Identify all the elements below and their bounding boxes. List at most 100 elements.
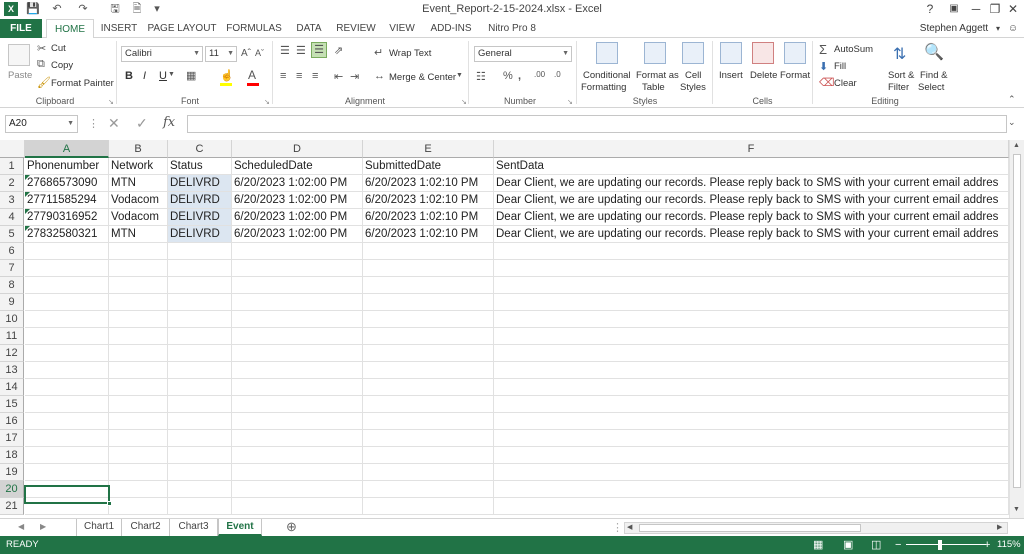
comma-style-icon[interactable]: , (518, 70, 521, 82)
cell-f10[interactable] (494, 311, 1009, 328)
column-header-e[interactable]: E (363, 140, 494, 158)
cell-styles-button-line2[interactable]: Styles (680, 82, 706, 93)
cell-a11[interactable] (25, 328, 109, 345)
cell-c2[interactable]: DELIVRD (168, 175, 232, 192)
user-name[interactable]: Stephen Aggett (916, 19, 992, 38)
row-header-17[interactable]: 17 (0, 430, 24, 447)
next-sheet-icon[interactable]: ▶ (40, 522, 46, 531)
row-header-2[interactable]: 2 (0, 175, 24, 192)
fill-button[interactable]: Fill (834, 61, 846, 72)
chevron-down-icon[interactable]: ▼ (168, 71, 175, 78)
cell-d14[interactable] (232, 379, 363, 396)
cell-a9[interactable] (25, 294, 109, 311)
increase-decimal-icon[interactable]: .00 (534, 70, 545, 79)
cell-b6[interactable] (109, 243, 168, 260)
cell-f19[interactable] (494, 464, 1009, 481)
row-header-8[interactable]: 8 (0, 277, 24, 294)
cell-c16[interactable] (168, 413, 232, 430)
cell-e15[interactable] (363, 396, 494, 413)
cell-d8[interactable] (232, 277, 363, 294)
conditional-formatting-button[interactable]: Conditional (583, 70, 631, 81)
cell-a1[interactable]: Phonenumber (25, 158, 109, 175)
sheet-tab-chart2[interactable]: Chart2 (122, 519, 170, 536)
cell-e10[interactable] (363, 311, 494, 328)
shrink-font-icon[interactable]: Aˇ (255, 48, 264, 58)
format-as-table-button[interactable]: Format as (636, 70, 679, 81)
cell-f3[interactable]: Dear Client, we are updating our records… (494, 192, 1009, 209)
cell-b3[interactable]: Vodacom (109, 192, 168, 209)
tab-formulas[interactable]: FORMULAS (224, 19, 284, 38)
font-launcher-icon[interactable]: ↘ (264, 98, 270, 106)
cell-a19[interactable] (25, 464, 109, 481)
cell-f12[interactable] (494, 345, 1009, 362)
scroll-up-icon[interactable]: ▲ (1013, 142, 1020, 149)
zoom-level[interactable]: 115% (997, 536, 1021, 554)
cell-c7[interactable] (168, 260, 232, 277)
cell-d11[interactable] (232, 328, 363, 345)
cell-b12[interactable] (109, 345, 168, 362)
row-header-11[interactable]: 11 (0, 328, 24, 345)
bold-button[interactable]: B (125, 70, 133, 82)
bottom-align-icon[interactable]: ☰ (311, 42, 327, 58)
tab-insert[interactable]: INSERT (98, 19, 140, 38)
autosum-button[interactable]: AutoSum (834, 44, 873, 55)
cell-a4[interactable]: 27790316952 (25, 209, 109, 226)
cell-a15[interactable] (25, 396, 109, 413)
cell-e12[interactable] (363, 345, 494, 362)
cell-b15[interactable] (109, 396, 168, 413)
cell-c20[interactable] (168, 481, 232, 498)
cell-e13[interactable] (363, 362, 494, 379)
borders-icon[interactable]: ▦ (186, 69, 196, 82)
cell-b8[interactable] (109, 277, 168, 294)
tab-review[interactable]: REVIEW (334, 19, 378, 38)
cell-a17[interactable] (25, 430, 109, 447)
page-layout-view-icon[interactable]: ▣ (843, 536, 853, 554)
fill-color-icon[interactable]: ☝ (220, 69, 234, 82)
column-header-d[interactable]: D (232, 140, 363, 158)
cell-c18[interactable] (168, 447, 232, 464)
cell-e9[interactable] (363, 294, 494, 311)
fill-handle[interactable] (107, 501, 112, 506)
row-header-13[interactable]: 13 (0, 362, 24, 379)
tab-add-ins[interactable]: ADD-INS (426, 19, 476, 38)
decrease-decimal-icon[interactable]: .0 (554, 70, 561, 79)
cell-c6[interactable] (168, 243, 232, 260)
vertical-scroll-thumb[interactable] (1013, 154, 1021, 488)
cell-a10[interactable] (25, 311, 109, 328)
tab-view[interactable]: VIEW (384, 19, 420, 38)
tab-page-layout[interactable]: PAGE LAYOUT (146, 19, 218, 38)
row-header-18[interactable]: 18 (0, 447, 24, 464)
cut-button[interactable]: Cut (51, 43, 66, 54)
chevron-down-icon[interactable]: ▼ (456, 72, 463, 79)
cell-f5[interactable]: Dear Client, we are updating our records… (494, 226, 1009, 243)
cell-f7[interactable] (494, 260, 1009, 277)
merge-center-button[interactable]: Merge & Center (389, 72, 456, 83)
cell-f18[interactable] (494, 447, 1009, 464)
cell-d9[interactable] (232, 294, 363, 311)
cell-f6[interactable] (494, 243, 1009, 260)
cell-a5[interactable]: 27832580321 (25, 226, 109, 243)
align-right-icon[interactable]: ≡ (312, 70, 318, 82)
cell-b21[interactable] (109, 498, 168, 515)
copy-button[interactable]: Copy (51, 60, 73, 71)
cell-f4[interactable]: Dear Client, we are updating our records… (494, 209, 1009, 226)
cell-f8[interactable] (494, 277, 1009, 294)
cell-e17[interactable] (363, 430, 494, 447)
row-header-14[interactable]: 14 (0, 379, 24, 396)
cell-b20[interactable] (109, 481, 168, 498)
cell-b17[interactable] (109, 430, 168, 447)
cell-e11[interactable] (363, 328, 494, 345)
sheet-tab-chart1[interactable]: Chart1 (76, 519, 122, 536)
restore-icon[interactable]: ❐ (985, 1, 1005, 17)
cell-f15[interactable] (494, 396, 1009, 413)
split-handle-icon[interactable]: ⋮ (612, 521, 623, 534)
cell-d19[interactable] (232, 464, 363, 481)
collapse-ribbon-icon[interactable]: ⌃ (1008, 94, 1016, 105)
cell-b7[interactable] (109, 260, 168, 277)
format-painter-button[interactable]: Format Painter (51, 78, 114, 89)
scroll-left-icon[interactable]: ◀ (627, 523, 632, 531)
cell-c15[interactable] (168, 396, 232, 413)
row-header-3[interactable]: 3 (0, 192, 24, 209)
normal-view-icon[interactable]: ▦ (813, 536, 823, 554)
row-header-6[interactable]: 6 (0, 243, 24, 260)
